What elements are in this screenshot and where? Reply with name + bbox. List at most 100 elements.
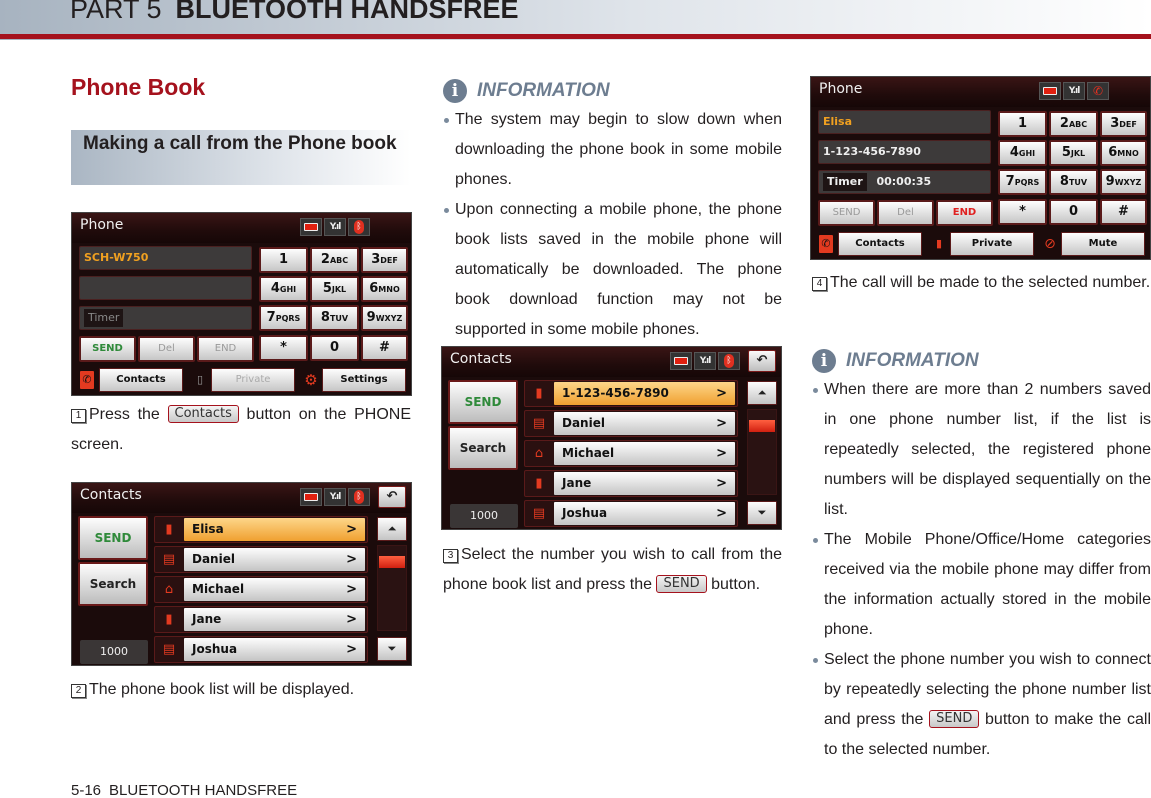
information-heading: i INFORMATION (812, 349, 979, 373)
scroll-thumb[interactable] (379, 556, 405, 568)
key-1[interactable]: 1 (998, 111, 1047, 137)
home-icon: ⌂ (534, 446, 544, 461)
step-1: 1 Press the Contacts button on the PHONE … (71, 405, 411, 453)
contacts-button[interactable]: Contacts (99, 368, 183, 392)
chevron-right-icon: > (346, 522, 357, 537)
search-button[interactable]: Search (78, 562, 148, 606)
send-button[interactable]: SEND (78, 516, 148, 560)
contacts-screen: Contacts Y.ıl ᛒ ↶ SEND Search 1000 ▮ Elis… (71, 482, 412, 666)
info-icon: i (443, 79, 467, 103)
key-6[interactable]: 6MNO (361, 276, 408, 302)
key-9[interactable]: 9WXYZ (1100, 169, 1147, 195)
key-0[interactable]: 0 (310, 335, 359, 361)
timer-value: 00:00:35 (876, 175, 932, 188)
subsection-title: Making a call from the Phone book (71, 130, 411, 185)
key-6[interactable]: 6MNO (1100, 140, 1147, 166)
contact-row[interactable]: ▤ Daniel > (154, 546, 368, 573)
status-icons: Y.ıl ᛒ (300, 218, 370, 236)
scroll-down-button[interactable]: ⏷ (377, 637, 407, 661)
device-name-field: SCH-W750 (79, 246, 252, 270)
scroll-up-button[interactable]: ⏶ (377, 517, 407, 541)
mute-button[interactable]: Mute (1061, 232, 1145, 256)
settings-button[interactable]: Settings (322, 368, 406, 392)
signal-icon: Y.ıl (324, 488, 346, 506)
key-5[interactable]: 5JKL (1049, 140, 1098, 166)
scroll-up-button[interactable]: ⏶ (747, 381, 777, 405)
contact-count: 1000 (80, 640, 148, 664)
scrollbar[interactable] (747, 409, 777, 495)
search-button[interactable]: Search (448, 426, 518, 470)
key-5[interactable]: 5JKL (310, 276, 359, 302)
key-8[interactable]: 8TUV (310, 305, 359, 331)
key-7[interactable]: 7PQRS (998, 169, 1047, 195)
mobile-phone-icon: ▮ (165, 522, 173, 537)
screen-title: Contacts (80, 487, 142, 503)
send-button[interactable]: SEND (448, 380, 518, 424)
contacts-button[interactable]: Contacts (838, 232, 922, 256)
key-star[interactable]: * (259, 335, 308, 361)
end-button[interactable]: END (197, 336, 254, 362)
contact-row[interactable]: ▮ Jane > (154, 606, 368, 633)
send-button-ref: SEND (929, 710, 980, 728)
key-9[interactable]: 9WXYZ (361, 305, 408, 331)
end-button[interactable]: END (936, 200, 993, 226)
info-bullet: When there are more than 2 numbers saved… (812, 375, 1151, 525)
contact-row[interactable]: ▮ Jane > (524, 470, 738, 497)
active-call-icon: ✆ (1087, 82, 1109, 100)
header-rule (0, 34, 1151, 39)
send-button[interactable]: SEND (818, 200, 875, 226)
scroll-down-button[interactable]: ⏷ (747, 501, 777, 525)
key-3[interactable]: 3DEF (1100, 111, 1147, 137)
key-2[interactable]: 2ABC (310, 247, 359, 273)
screen-title: Contacts (450, 351, 512, 367)
contact-row[interactable]: ▮ Elisa > (154, 516, 368, 543)
key-4[interactable]: 4GHI (998, 140, 1047, 166)
step-4: 4 The call will be made to the selected n… (812, 268, 1151, 298)
del-button[interactable]: Del (138, 336, 195, 362)
key-4[interactable]: 4GHI (259, 276, 308, 302)
del-button[interactable]: Del (877, 200, 934, 226)
private-button[interactable]: Private (950, 232, 1034, 256)
chapter-title: PART 5 BLUETOOTH HANDSFREE (70, 0, 519, 25)
contact-row[interactable]: ▤ Joshua > (524, 500, 738, 527)
battery-icon (300, 218, 322, 236)
key-1[interactable]: 1 (259, 247, 308, 273)
key-8[interactable]: 8TUV (1049, 169, 1098, 195)
information-heading: i INFORMATION (443, 79, 610, 103)
key-0[interactable]: 0 (1049, 199, 1098, 225)
part-label: PART 5 (70, 0, 162, 24)
gear-icon: ⚙ (304, 371, 318, 389)
contact-row[interactable]: ▮ 1-123-456-7890 > (524, 380, 738, 407)
number-field[interactable] (79, 276, 252, 300)
private-button[interactable]: Private (211, 368, 295, 392)
key-3[interactable]: 3DEF (361, 247, 408, 273)
key-star[interactable]: * (998, 199, 1047, 225)
contact-row[interactable]: ▤ Daniel > (524, 410, 738, 437)
chevron-right-icon: > (716, 446, 727, 461)
back-button[interactable]: ↶ (748, 350, 776, 372)
mobile-phone-icon: ▮ (535, 386, 543, 401)
key-hash[interactable]: # (1100, 199, 1147, 225)
contact-row[interactable]: ▤ Joshua > (154, 636, 368, 663)
key-hash[interactable]: # (361, 335, 408, 361)
key-2[interactable]: 2ABC (1049, 111, 1098, 137)
step-number: 1 (71, 409, 86, 423)
scrollbar[interactable] (377, 545, 407, 631)
chevron-right-icon: > (716, 416, 727, 431)
section-title: Phone Book (71, 74, 206, 100)
status-icons: Y.ıl ᛒ (300, 488, 370, 506)
bluetooth-icon: ᛒ (718, 352, 740, 370)
office-phone-icon: ▤ (532, 416, 546, 431)
back-button[interactable]: ↶ (378, 486, 406, 508)
contact-row[interactable]: ⌂ Michael > (524, 440, 738, 467)
page-footer: 5-16 BLUETOOTH HANDSFREE (71, 782, 297, 798)
scroll-thumb[interactable] (749, 420, 775, 432)
key-7[interactable]: 7PQRS (259, 305, 308, 331)
contact-row[interactable]: ⌂ Michael > (154, 576, 368, 603)
send-button[interactable]: SEND (79, 336, 136, 362)
screen-title: Phone (80, 217, 124, 233)
mobile-phone-icon: ▮ (165, 612, 173, 627)
info-bullet: The Mobile Phone/Office/Home categories … (812, 525, 1151, 645)
info-bullet: Upon connecting a mobile phone, the phon… (443, 195, 782, 345)
return-icon: ↶ (756, 353, 768, 368)
